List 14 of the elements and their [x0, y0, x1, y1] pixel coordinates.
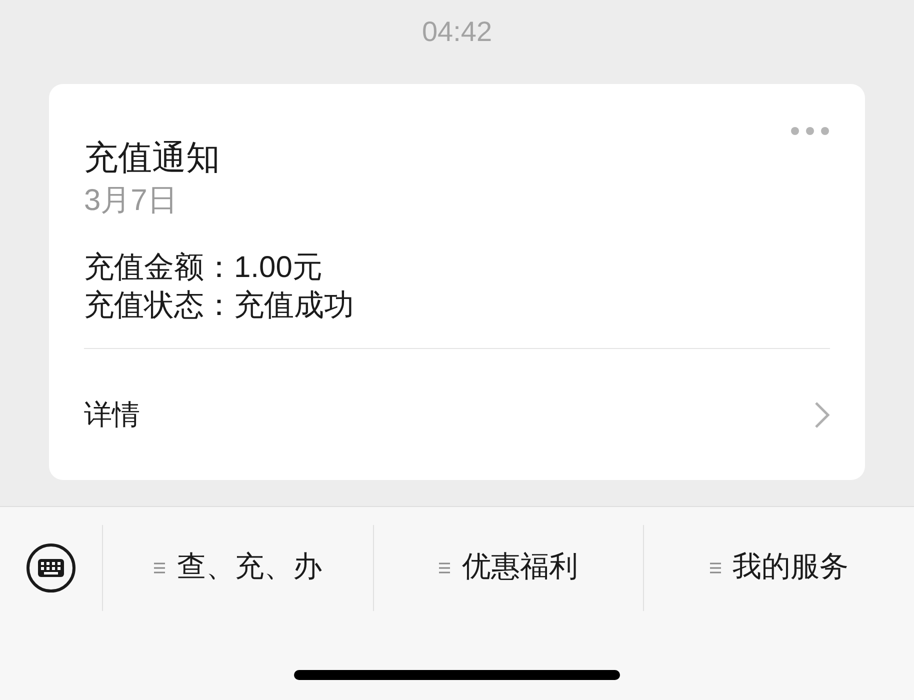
detail-line: 充值金额：1.00元: [84, 250, 322, 286]
chevron-right-icon: [814, 400, 830, 428]
detail-line: 充值状态：充值成功: [84, 288, 354, 324]
details-link[interactable]: 详情: [84, 394, 140, 436]
menu-icon: [710, 562, 721, 574]
menu-button[interactable]: 查、充、办: [154, 546, 322, 590]
card-date: 3月7日: [84, 183, 178, 219]
menu-button[interactable]: 我的服务: [710, 546, 849, 590]
menu-icon: [439, 562, 450, 574]
card-title: 充值通知: [84, 138, 220, 178]
message-time: 04:42: [422, 18, 492, 48]
menu-icon: [154, 562, 165, 574]
menu-button[interactable]: 优惠福利: [439, 546, 578, 590]
keyboard-icon[interactable]: [25, 542, 77, 594]
